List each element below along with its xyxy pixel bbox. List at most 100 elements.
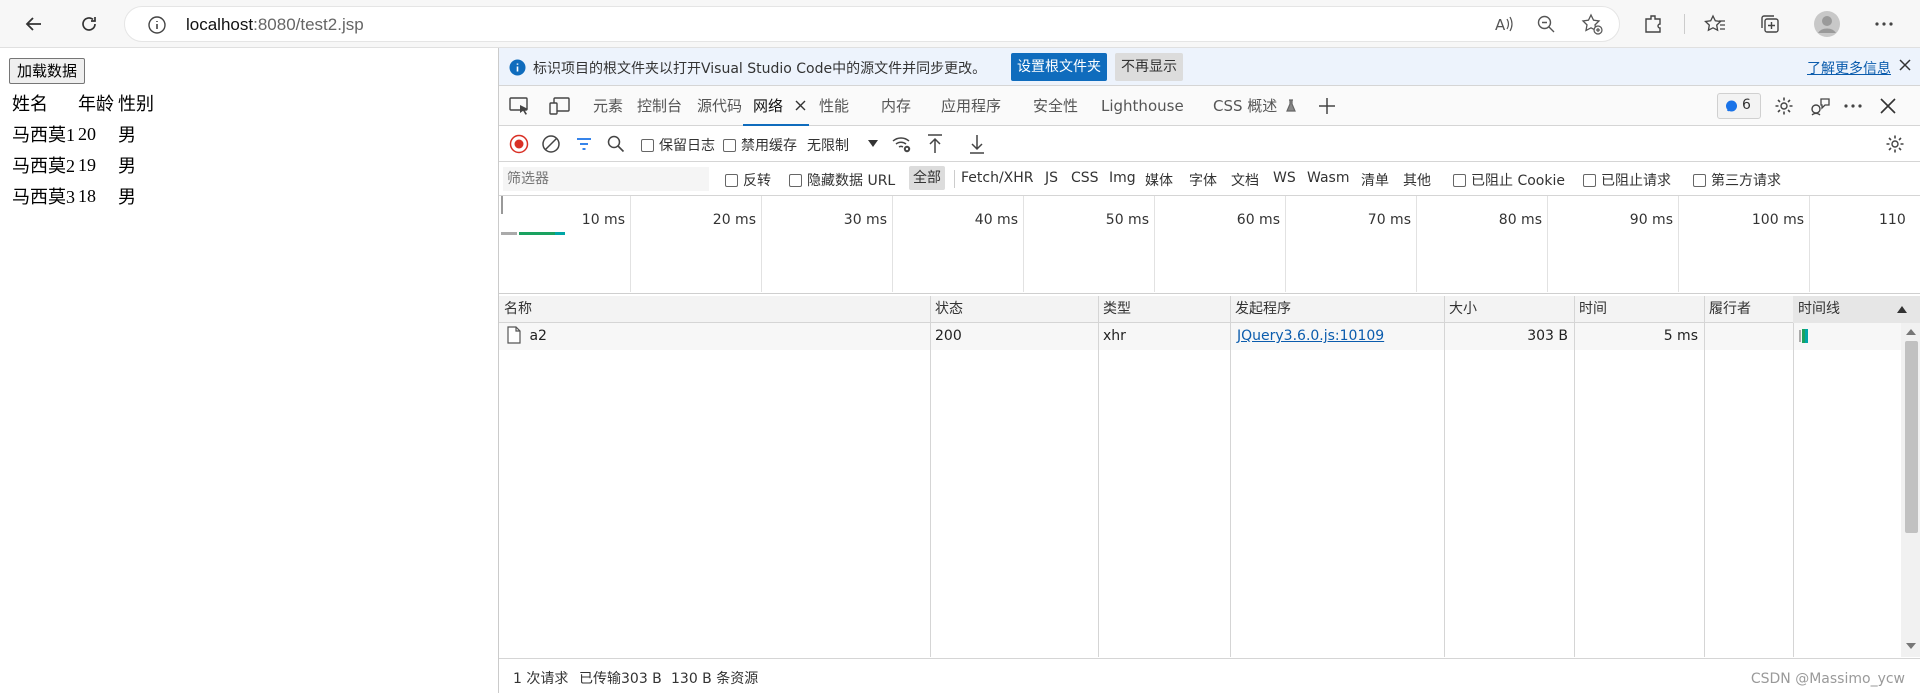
issues-counter-button[interactable]: 6: [1717, 93, 1761, 119]
network-conditions-button[interactable]: [891, 134, 913, 154]
column-divider[interactable]: [1098, 296, 1099, 657]
tab-elements[interactable]: 元素: [593, 86, 623, 126]
dont-show-again-button[interactable]: 不再显示: [1115, 53, 1183, 81]
load-data-button[interactable]: 加载数据: [9, 58, 86, 84]
download-icon: [970, 135, 984, 154]
column-header-type[interactable]: 类型: [1098, 296, 1131, 323]
info-icon: [509, 59, 526, 76]
type-filter-ws[interactable]: WS: [1273, 170, 1296, 186]
column-divider[interactable]: [1444, 296, 1445, 657]
more-options-icon[interactable]: [1842, 96, 1864, 116]
record-button[interactable]: [509, 134, 529, 154]
column-header-name[interactable]: 名称: [499, 296, 532, 323]
device-emulation-icon[interactable]: [549, 96, 571, 116]
tab-css-overview[interactable]: CSS 概述: [1213, 86, 1296, 126]
blocked-requests-checkbox[interactable]: 已阻止请求: [1583, 170, 1671, 190]
export-har-button[interactable]: [967, 133, 987, 155]
favorites-icon[interactable]: [1698, 7, 1732, 41]
tab-security[interactable]: 安全性: [1033, 86, 1078, 126]
add-favorite-icon[interactable]: [1575, 7, 1609, 41]
clear-button[interactable]: [541, 134, 561, 154]
type-filter-js[interactable]: JS: [1045, 170, 1058, 186]
type-filter-media[interactable]: 媒体: [1145, 170, 1173, 190]
collections-icon[interactable]: [1753, 7, 1787, 41]
column-header-size[interactable]: 大小: [1444, 296, 1477, 323]
close-devtools-icon[interactable]: [1879, 97, 1897, 115]
blocked-cookies-checkbox[interactable]: 已阻止 Cookie: [1453, 170, 1565, 190]
type-filter-doc[interactable]: 文档: [1231, 170, 1259, 190]
tab-sources[interactable]: 源代码: [697, 86, 742, 126]
set-root-folder-button[interactable]: 设置根文件夹: [1011, 53, 1107, 81]
column-header-initiator[interactable]: 发起程序: [1230, 296, 1291, 323]
settings-more-icon[interactable]: [1867, 7, 1901, 41]
filter-icon: [577, 138, 591, 150]
devtools-settings-icon[interactable]: [1774, 96, 1794, 116]
request-status: 200: [935, 328, 962, 344]
document-icon: [507, 326, 521, 344]
type-filter-css[interactable]: CSS: [1071, 170, 1099, 186]
network-overview[interactable]: 10 ms 20 ms 30 ms 40 ms 50 ms 60 ms 70 m…: [499, 196, 1920, 294]
scrollbar-thumb[interactable]: [1905, 341, 1918, 533]
upload-icon: [928, 134, 942, 153]
scroll-down-icon[interactable]: [1906, 643, 1916, 649]
preserve-log-checkbox[interactable]: 保留日志: [641, 135, 715, 155]
column-divider[interactable]: [1230, 296, 1231, 657]
wifi-settings-icon: [892, 137, 911, 153]
zoom-out-icon[interactable]: [1529, 7, 1563, 41]
extensions-icon[interactable]: [1637, 7, 1671, 41]
type-filter-fetch-xhr[interactable]: Fetch/XHR: [961, 170, 1034, 186]
table-row[interactable]: [499, 323, 1920, 350]
read-aloud-icon[interactable]: A: [1487, 7, 1521, 41]
column-header-fulfilled-by[interactable]: 履行者: [1704, 296, 1751, 323]
overview-window-handle[interactable]: [501, 196, 503, 214]
hide-data-urls-checkbox[interactable]: 隐藏数据 URL: [789, 170, 895, 190]
import-har-button[interactable]: [925, 133, 945, 155]
request-initiator-link[interactable]: JQuery3.6.0.js:10109: [1237, 323, 1384, 350]
request-name-cell[interactable]: a2: [507, 323, 547, 350]
site-info-icon[interactable]: [147, 15, 167, 35]
overview-gridline: [1023, 196, 1024, 292]
column-divider[interactable]: [1793, 296, 1794, 657]
tab-console[interactable]: 控制台: [637, 86, 682, 126]
tab-application[interactable]: 应用程序: [941, 86, 1001, 126]
hide-data-urls-label: 隐藏数据 URL: [807, 173, 896, 189]
scrollbar-track[interactable]: [1901, 323, 1920, 657]
invert-checkbox[interactable]: 反转: [725, 170, 771, 190]
type-filter-all[interactable]: 全部: [909, 166, 945, 190]
disable-cache-checkbox[interactable]: 禁用缓存: [723, 135, 797, 155]
column-divider[interactable]: [1574, 296, 1575, 657]
type-filter-wasm[interactable]: Wasm: [1307, 170, 1349, 186]
type-filter-manifest[interactable]: 清单: [1361, 170, 1389, 190]
type-filter-font[interactable]: 字体: [1189, 170, 1217, 190]
network-settings-button[interactable]: [1885, 134, 1905, 154]
scroll-up-icon[interactable]: [1906, 329, 1916, 335]
profile-avatar[interactable]: [1810, 7, 1844, 41]
close-icon[interactable]: [1897, 57, 1913, 73]
throttling-select[interactable]: 无限制: [802, 130, 884, 156]
filter-toggle-button[interactable]: [574, 134, 594, 154]
address-bar[interactable]: localhost:8080/test2.jsp A: [124, 6, 1620, 42]
reload-button[interactable]: [71, 6, 107, 42]
column-header-time[interactable]: 时间: [1574, 296, 1607, 323]
type-filter-other[interactable]: 其他: [1403, 170, 1431, 190]
learn-more-link[interactable]: 了解更多信息: [1807, 58, 1891, 78]
connect-feedback-icon[interactable]: [1809, 96, 1831, 116]
cell-name: 马西莫1: [12, 125, 75, 145]
tab-performance[interactable]: 性能: [819, 86, 849, 126]
close-tab-icon[interactable]: [795, 100, 806, 111]
filter-input[interactable]: [503, 167, 709, 191]
type-filter-img[interactable]: Img: [1109, 170, 1136, 186]
column-divider[interactable]: [1704, 296, 1705, 657]
tab-network[interactable]: 网络: [743, 86, 809, 126]
cell-gender: 男: [118, 187, 136, 207]
tab-lighthouse[interactable]: Lighthouse: [1101, 86, 1184, 126]
column-divider[interactable]: [930, 296, 931, 657]
search-button[interactable]: [606, 134, 626, 154]
inspect-element-icon[interactable]: [509, 96, 531, 116]
column-header-status[interactable]: 状态: [930, 296, 963, 323]
back-button[interactable]: [16, 6, 52, 42]
third-party-checkbox[interactable]: 第三方请求: [1693, 170, 1781, 190]
tab-memory[interactable]: 内存: [881, 86, 911, 126]
more-tabs-plus-icon[interactable]: [1317, 96, 1337, 116]
column-header-waterfall[interactable]: 时间线: [1793, 296, 1920, 323]
